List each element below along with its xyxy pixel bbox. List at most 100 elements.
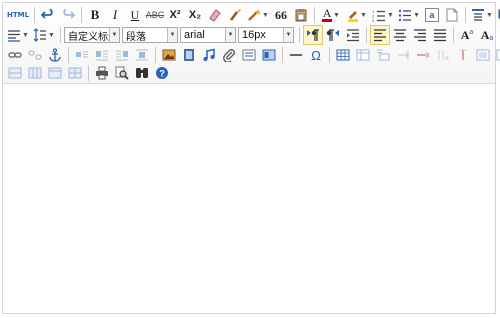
ltr-paragraph-icon bbox=[307, 29, 319, 41]
special-chars-button[interactable]: Ω bbox=[306, 45, 326, 65]
bold-label: B bbox=[90, 7, 100, 22]
ltr-direction-button[interactable] bbox=[303, 25, 323, 45]
rtl-direction-button[interactable] bbox=[323, 25, 343, 45]
print-preview-button[interactable] bbox=[112, 63, 132, 83]
eraser-button[interactable] bbox=[205, 5, 225, 25]
paragraph-format-select[interactable]: 段落 ▼ bbox=[122, 27, 178, 43]
italic-button[interactable]: I bbox=[105, 5, 125, 25]
chevron-down-icon: ▼ bbox=[225, 28, 235, 42]
brush-icon bbox=[230, 9, 241, 21]
blockquote-button[interactable]: 66 bbox=[271, 5, 291, 25]
line-height-icon bbox=[33, 28, 47, 42]
chevron-down-icon: ▼ bbox=[413, 11, 420, 19]
insert-row-button[interactable] bbox=[393, 45, 413, 65]
preview-button[interactable] bbox=[495, 5, 500, 25]
font-color-label: A bbox=[322, 6, 332, 20]
separator bbox=[329, 47, 330, 63]
merge-cells-button[interactable] bbox=[473, 45, 493, 65]
redo-button[interactable] bbox=[58, 5, 78, 25]
attachment-button[interactable] bbox=[219, 45, 239, 65]
split-cells-button[interactable] bbox=[493, 45, 500, 65]
row-delete-icon bbox=[417, 51, 430, 59]
highlight-color-button[interactable]: ▼ bbox=[344, 5, 370, 25]
font-color-swatch bbox=[322, 19, 333, 22]
toolbar-row-3: Ω bbox=[5, 45, 500, 65]
format-painter-button[interactable] bbox=[225, 5, 245, 25]
blank-page-icon bbox=[446, 8, 458, 22]
align-center-button[interactable] bbox=[390, 25, 410, 45]
indent-button[interactable] bbox=[343, 25, 363, 45]
horizontal-rule-button[interactable] bbox=[286, 45, 306, 65]
merge-cells-icon bbox=[476, 49, 490, 61]
source-html-button[interactable]: HTML bbox=[5, 5, 31, 25]
row-spacing-top-button[interactable]: ▼ bbox=[469, 5, 495, 25]
font-size-increase-icon: A bbox=[460, 27, 470, 42]
ordered-list-button[interactable]: 123 ▼ bbox=[370, 5, 396, 25]
split-cols-icon bbox=[28, 67, 42, 79]
delete-table-button[interactable] bbox=[353, 45, 373, 65]
image-left-button[interactable] bbox=[92, 45, 112, 65]
insert-template-button[interactable] bbox=[259, 45, 279, 65]
align-justify-button[interactable] bbox=[430, 25, 450, 45]
editor-content-area[interactable] bbox=[3, 84, 495, 313]
table-props-icon bbox=[48, 67, 62, 79]
auto-typeset-button[interactable]: ▼ bbox=[245, 5, 271, 25]
select-all-button[interactable]: a bbox=[422, 5, 442, 25]
font-size-decrease-button[interactable]: Aa bbox=[477, 25, 497, 45]
align-left-button[interactable] bbox=[370, 25, 390, 45]
insert-music-button[interactable] bbox=[199, 45, 219, 65]
help-button[interactable]: ? bbox=[152, 63, 172, 83]
split-to-cols-button[interactable] bbox=[25, 63, 45, 83]
delete-row-button[interactable] bbox=[413, 45, 433, 65]
table-properties-button[interactable] bbox=[45, 63, 65, 83]
unordered-list-button[interactable]: ▼ bbox=[396, 5, 422, 25]
split-to-rows-button[interactable] bbox=[5, 63, 25, 83]
horizontal-rule-icon bbox=[290, 54, 302, 56]
insert-frame-button[interactable] bbox=[239, 45, 259, 65]
column-insert-icon bbox=[438, 50, 449, 60]
insert-image-button[interactable] bbox=[159, 45, 179, 65]
superscript-button[interactable]: X² bbox=[165, 5, 185, 25]
insert-table-button[interactable] bbox=[333, 45, 353, 65]
strikethrough-button[interactable]: ABC bbox=[145, 5, 165, 25]
toolbar-row-4: ? bbox=[5, 63, 172, 83]
binoculars-icon bbox=[136, 68, 148, 78]
undo-button[interactable] bbox=[38, 5, 58, 25]
insert-col-button[interactable] bbox=[433, 45, 453, 65]
align-right-icon bbox=[414, 29, 426, 42]
font-color-button[interactable]: A ▼ bbox=[318, 5, 344, 25]
image-none-button[interactable] bbox=[72, 45, 92, 65]
font-family-select[interactable]: arial ▼ bbox=[180, 27, 236, 43]
anchor-button[interactable] bbox=[45, 45, 65, 65]
image-right-button[interactable] bbox=[112, 45, 132, 65]
insert-link-button[interactable] bbox=[5, 45, 25, 65]
redo-icon bbox=[63, 8, 75, 19]
insert-paragraph-before-table-button[interactable] bbox=[373, 45, 393, 65]
custom-heading-select[interactable]: 自定义标题 ▼ bbox=[64, 27, 120, 43]
cell-properties-button[interactable] bbox=[65, 63, 85, 83]
strikethrough-label: ABC bbox=[145, 10, 165, 20]
paste-plain-button[interactable] bbox=[291, 5, 311, 25]
chevron-down-icon: ▼ bbox=[109, 28, 119, 42]
font-size-increase-button[interactable]: Aa bbox=[457, 25, 477, 45]
delete-col-button[interactable] bbox=[453, 45, 473, 65]
separator bbox=[60, 27, 61, 43]
image-center-button[interactable] bbox=[132, 45, 152, 65]
insert-video-button[interactable] bbox=[179, 45, 199, 65]
font-color-icon: A bbox=[322, 6, 333, 22]
separator bbox=[465, 7, 466, 23]
search-replace-button[interactable] bbox=[132, 63, 152, 83]
chevron-down-icon: ▼ bbox=[22, 31, 29, 39]
paragraph-align-button[interactable]: ▼ bbox=[5, 25, 31, 45]
subscript-button[interactable]: X₂ bbox=[185, 5, 205, 25]
unlink-button[interactable] bbox=[25, 45, 45, 65]
clear-doc-button[interactable] bbox=[442, 5, 462, 25]
bold-button[interactable]: B bbox=[85, 5, 105, 25]
font-size-select[interactable]: 16px ▼ bbox=[238, 27, 294, 43]
separator bbox=[314, 7, 315, 23]
line-height-button[interactable]: ▼ bbox=[31, 25, 57, 45]
align-right-button[interactable] bbox=[410, 25, 430, 45]
print-button[interactable] bbox=[92, 63, 112, 83]
underline-button[interactable]: U bbox=[125, 5, 145, 25]
svg-text:?: ? bbox=[159, 69, 165, 79]
